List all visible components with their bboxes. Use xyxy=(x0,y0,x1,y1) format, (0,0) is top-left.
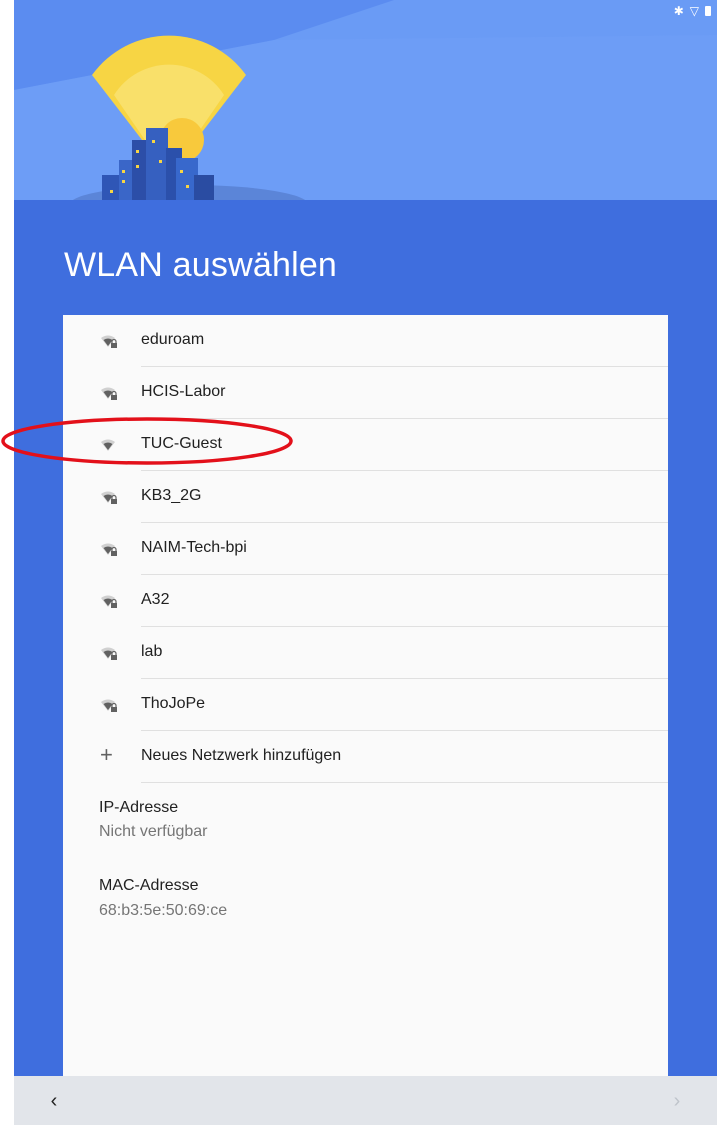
network-row[interactable]: KB3_2G xyxy=(63,471,668,523)
setup-screen: ✱ ▽ WLAN auswählen eduroam HCIS-Labor TUC-… xyxy=(14,0,717,1125)
network-row[interactable]: HCIS-Labor xyxy=(63,367,668,419)
battery-icon xyxy=(705,6,711,16)
network-name: HCIS-Labor xyxy=(141,383,226,400)
wifi-status-icon: ▽ xyxy=(689,4,699,18)
wifi-lock-icon xyxy=(101,491,117,504)
back-button[interactable]: ‹ xyxy=(44,1090,64,1113)
network-name: ThoJoPe xyxy=(141,695,206,712)
wifi-lock-icon xyxy=(101,595,117,608)
page-title: WLAN auswählen xyxy=(64,246,338,284)
status-bar: ✱ ▽ xyxy=(674,2,711,20)
wifi-icon xyxy=(101,439,115,451)
ip-address-value: Nicht verfügbar xyxy=(99,823,208,840)
plus-icon: + xyxy=(100,742,113,767)
add-network-label: Neues Netzwerk hinzufügen xyxy=(141,747,342,764)
wifi-lock-icon xyxy=(101,543,117,556)
network-list-card: eduroam HCIS-Labor TUC-Guest KB3_2G NAIM-Tec… xyxy=(63,315,668,1085)
mac-address-value: 68:b3:5e:50:69:ce xyxy=(99,902,228,919)
network-row[interactable]: eduroam xyxy=(63,315,668,367)
divider xyxy=(141,782,668,783)
network-name: NAIM-Tech-bpi xyxy=(141,539,247,556)
next-button[interactable]: › xyxy=(667,1090,687,1113)
network-name: lab xyxy=(141,643,163,660)
network-row[interactable]: ThoJoPe xyxy=(63,679,668,731)
wifi-lock-icon xyxy=(101,387,117,400)
network-name: A32 xyxy=(141,591,170,608)
wifi-lock-icon xyxy=(101,647,117,660)
add-network-button[interactable]: + Neues Netzwerk hinzufügen xyxy=(63,731,668,783)
header-illustration xyxy=(14,0,717,200)
network-name: eduroam xyxy=(141,331,205,348)
navigation-bar: ‹ › xyxy=(14,1076,717,1125)
network-row[interactable]: NAIM-Tech-bpi xyxy=(63,523,668,575)
network-row[interactable]: A32 xyxy=(63,575,668,627)
network-row[interactable]: TUC-Guest xyxy=(63,419,668,471)
wifi-lock-icon xyxy=(101,699,117,712)
wifi-lock-icon xyxy=(101,335,117,348)
bluetooth-icon: ✱ xyxy=(673,4,684,18)
network-row[interactable]: lab xyxy=(63,627,668,679)
network-name: TUC-Guest xyxy=(141,435,222,452)
ip-address-label: IP-Adresse xyxy=(99,799,179,816)
mac-address-label: MAC-Adresse xyxy=(99,877,199,894)
network-name: KB3_2G xyxy=(141,487,202,504)
